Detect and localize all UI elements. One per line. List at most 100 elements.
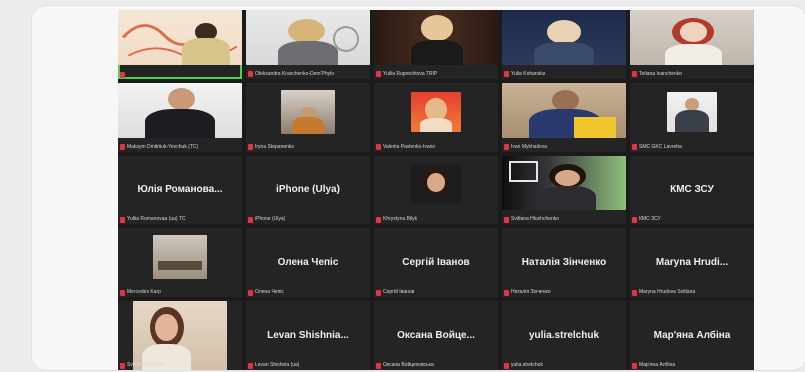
participant-name-tag: Valeriia Pavlenko-Ivano [376, 144, 435, 151]
participant-name-tag: Oleksandra Kravchenko-Dem'Phylo [248, 71, 334, 78]
participant-display-name: Levan Shishnia... [267, 330, 349, 342]
mic-muted-icon [120, 362, 125, 369]
mic-muted-icon [376, 289, 381, 296]
participant-tile[interactable]: yulia.strelchuk yulia.stretchuk [502, 301, 626, 370]
participant-head [288, 18, 326, 43]
ring-light-graphic [332, 26, 360, 53]
participant-body [534, 41, 594, 65]
participant-name-tag: КМС ЗСУ [632, 216, 661, 223]
participant-tile[interactable]: Maksym Dmitriiuk-Yevchuk (TC) [118, 82, 242, 152]
participant-display-name: Оксана Войце... [397, 330, 475, 342]
mic-muted-icon [504, 289, 509, 296]
participant-tile[interactable]: Сергій Іванов Сергій Іванов [374, 228, 498, 298]
participant-tile[interactable]: Maryna Hrudi... Maryna Hrudova Svitlana [630, 228, 754, 298]
sofa-graphic [158, 260, 202, 271]
participant-body [278, 40, 338, 65]
participant-tile[interactable] [118, 10, 242, 79]
participant-body [539, 186, 597, 211]
mic-muted-icon [504, 71, 509, 78]
participant-tile[interactable]: Yulia Kohanska [502, 10, 626, 79]
participant-tile[interactable]: Олена Чепіс Олена Чепіс [246, 228, 370, 298]
participant-tile[interactable]: Svitlana Hlushchenko [502, 155, 626, 225]
participant-tile[interactable]: КМС ЗСУ КМС ЗСУ [630, 155, 754, 225]
participant-body [182, 38, 230, 65]
mic-muted-icon [248, 289, 253, 296]
participant-video [667, 92, 717, 132]
participant-name-tag: Оксана Войцеховська [376, 362, 434, 369]
participant-name-tag: Svitlana Hlushchenko [504, 216, 559, 223]
participant-name-tag: Yuliia Romanovaa (ua) TC [120, 216, 186, 223]
mic-muted-icon [120, 144, 125, 151]
participant-display-name: Юлія Романова... [137, 184, 223, 196]
participant-name-tag: Maksym Dmitriiuk-Yevchuk (TC) [120, 144, 198, 151]
participant-display-name: yulia.strelchuk [528, 330, 600, 342]
participant-tile[interactable]: Levan Shishnia... Levan Shishnia (ua) [246, 301, 370, 370]
participant-tile[interactable]: Наталія Зінченко Наталія Зінченко [502, 228, 626, 298]
participant-body [411, 39, 464, 65]
participant-tile[interactable]: Оксана Войце... Оксана Войцеховська [374, 301, 498, 370]
participant-name-tag [120, 71, 127, 78]
participant-tile[interactable]: Tetiana Ivanchenko [630, 10, 754, 79]
mic-muted-icon [120, 216, 125, 223]
participant-name-tag: Svitlana Pavlova [120, 362, 164, 369]
mic-muted-icon [632, 71, 637, 78]
window-graphic [509, 161, 539, 182]
participant-video [118, 10, 242, 65]
participant-tile[interactable]: Yuliia Ruprechtova TRIP [374, 10, 498, 79]
participant-head [155, 313, 179, 342]
participant-tile[interactable]: Khrystyna Bilyk [374, 155, 498, 225]
participant-display-name: КМС ЗСУ [670, 184, 714, 196]
participant-tile[interactable]: Юлія Романова... Yuliia Romanovaa (ua) T… [118, 155, 242, 225]
participant-video [411, 92, 461, 132]
participant-display-name: iPhone (Ulya) [276, 184, 340, 196]
participant-body [664, 43, 722, 65]
participant-video [280, 89, 336, 134]
participant-name-tag: Khrystyna Bilyk [376, 216, 417, 223]
participant-video [374, 10, 498, 65]
participant-gallery: Oleksandra Kravchenko-Dem'Phylo Yuliia R… [118, 10, 754, 370]
participant-tile[interactable]: SMC GKC Lavreha [630, 82, 754, 152]
participant-video [246, 10, 370, 65]
participant-name-tag: Tetiana Ivanchenko [632, 71, 682, 78]
participant-name-tag: Yulia Kohanska [504, 71, 545, 78]
participant-name-tag: Мар'яна Албіна [632, 362, 675, 369]
participant-video [502, 155, 626, 211]
mic-muted-icon [248, 71, 253, 78]
participant-body [291, 116, 325, 134]
mic-muted-icon [376, 216, 381, 223]
participant-head [546, 19, 582, 44]
participant-display-name: Сергій Іванов [402, 257, 470, 269]
participant-video [502, 82, 626, 138]
mic-muted-icon [632, 362, 637, 369]
participant-head [421, 15, 454, 41]
participant-tile[interactable]: Valeriia Pavlenko-Ivano [374, 82, 498, 152]
participant-video [630, 10, 754, 65]
participant-tile[interactable]: iPhone (Ulya) iPhone (Ulya) [246, 155, 370, 225]
participant-tile[interactable]: Мар'яна Албіна Мар'яна Албіна [630, 301, 754, 370]
participant-tile[interactable]: Mercedes Karp [118, 228, 242, 298]
participant-name-tag: Ivan Mykhailova [504, 144, 547, 151]
participant-name-tag: Levan Shishnia (ua) [248, 362, 299, 369]
participant-body [145, 109, 215, 138]
participant-video [411, 165, 461, 205]
mic-muted-icon [120, 71, 125, 78]
mic-muted-icon [632, 144, 637, 151]
participant-name-tag: Сергій Іванов [376, 289, 414, 296]
participant-name-tag: SMC GKC Lavreha [632, 144, 682, 151]
participant-name-tag: Наталія Зінченко [504, 289, 551, 296]
participant-display-name: Maryna Hrudi... [655, 257, 729, 269]
participant-tile[interactable]: Oleksandra Kravchenko-Dem'Phylo [246, 10, 370, 79]
mic-muted-icon [632, 289, 637, 296]
mic-muted-icon [504, 216, 509, 223]
participant-body [675, 109, 709, 132]
participant-tile[interactable]: Svitlana Pavlova [118, 301, 242, 370]
mic-muted-icon [376, 362, 381, 369]
jacket-graphic [573, 116, 617, 138]
participant-name-tag: Iryna Stepanenko [248, 144, 294, 151]
participant-tile[interactable]: Ivan Mykhailova [502, 82, 626, 152]
participant-display-name: Олена Чепіс [277, 257, 339, 269]
participant-name-tag: Yuliia Ruprechtova TRIP [376, 71, 437, 78]
participant-display-name: Мар'яна Албіна [653, 330, 731, 342]
mic-muted-icon [120, 289, 125, 296]
participant-tile[interactable]: Iryna Stepanenko [246, 82, 370, 152]
